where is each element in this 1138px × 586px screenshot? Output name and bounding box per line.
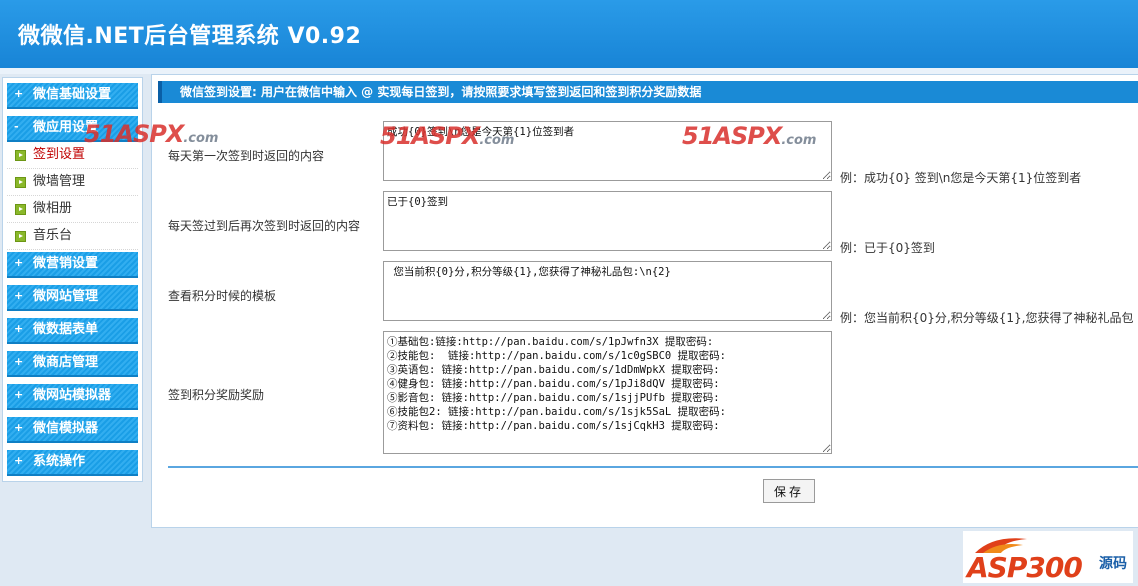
sidebar-group-label: 微应用设置 (33, 120, 99, 135)
sidebar-group-site[interactable]: + 微网站管理 (7, 285, 138, 311)
sidebar-group-marketing[interactable]: + 微营销设置 (7, 252, 138, 278)
logo-suffix: 源码 (1099, 556, 1127, 572)
sidebar-group-label: 微商店管理 (33, 355, 99, 370)
sidebar-item-label: 签到设置 (33, 147, 86, 162)
sidebar-group-system[interactable]: + 系统操作 (7, 450, 138, 476)
arrow-bullet-icon (15, 177, 26, 188)
app-header: 微微信.NET后台管理系统 V0.92 (0, 0, 1138, 68)
sidebar-group-wechat-simulator[interactable]: + 微信模拟器 (7, 417, 138, 443)
form-divider (168, 466, 1138, 468)
sidebar-item-music[interactable]: 音乐台 (7, 223, 138, 250)
sidebar-group-shop[interactable]: + 微商店管理 (7, 351, 138, 377)
sidebar-item-wall[interactable]: 微墙管理 (7, 169, 138, 196)
sidebar-item-checkin-settings[interactable]: 签到设置 (7, 142, 138, 169)
expand-icon: + (14, 388, 24, 401)
collapse-icon: - (14, 120, 19, 133)
expand-icon: + (14, 355, 24, 368)
repeat-checkin-reply-input[interactable]: 已于{0}签到 (383, 191, 832, 251)
sidebar-group-label: 系统操作 (33, 454, 86, 469)
sidebar-group-header[interactable]: + 微数据表单 (7, 318, 138, 344)
points-template-input[interactable]: 您当前积{0}分,积分等级{1},您获得了神秘礼品包:\n{2} (383, 261, 832, 321)
expand-icon: + (14, 87, 24, 100)
sidebar-group-header[interactable]: + 系统操作 (7, 450, 138, 476)
sidebar-group-label: 微网站管理 (33, 289, 99, 304)
field-label-first-checkin: 每天第一次签到时返回的内容 (168, 149, 325, 163)
expand-icon: + (14, 454, 24, 467)
arrow-bullet-icon (15, 204, 26, 215)
first-checkin-reply-input[interactable]: 成功{0}签到\n您是今天第{1}位签到者 (383, 121, 832, 181)
sidebar-group-site-simulator[interactable]: + 微网站模拟器 (7, 384, 138, 410)
breadcrumb: 微信签到设置: 用户在微信中输入 @ 实现每日签到，请按照要求填写签到返回和签到… (158, 81, 1138, 103)
sidebar-group-header[interactable]: + 微商店管理 (7, 351, 138, 377)
example-points-template: 例：您当前积{0}分,积分等级{1},您获得了神秘礼品包 (840, 311, 1134, 325)
expand-icon: + (14, 289, 24, 302)
arrow-bullet-icon (15, 231, 26, 242)
sidebar-item-label: 微相册 (33, 201, 73, 216)
expand-icon: + (14, 322, 24, 335)
sidebar-group-header[interactable]: + 微网站模拟器 (7, 384, 138, 410)
asp300-logo: ASP300 源码 (963, 531, 1133, 584)
sidebar-group-header[interactable]: - 微应用设置 (7, 116, 138, 142)
sidebar-item-label: 音乐台 (33, 228, 73, 243)
field-label-points-template: 查看积分时候的模板 (168, 289, 277, 303)
sidebar-group-header[interactable]: + 微信模拟器 (7, 417, 138, 443)
app-title: 微微信.NET后台管理系统 V0.92 (18, 24, 362, 49)
expand-icon: + (14, 256, 24, 269)
arrow-bullet-icon (15, 150, 26, 161)
main-panel: 微信签到设置: 用户在微信中输入 @ 实现每日签到，请按照要求填写签到返回和签到… (151, 74, 1138, 528)
field-label-points-reward: 签到积分奖励奖励 (168, 388, 265, 402)
sidebar-group-label: 微信模拟器 (33, 421, 99, 436)
sidebar-group-header[interactable]: + 微信基础设置 (7, 83, 138, 109)
sidebar-group-basic[interactable]: + 微信基础设置 (7, 83, 138, 109)
sidebar-group-apps[interactable]: - 微应用设置 签到设置 微墙管理 微相册 音乐台 (7, 116, 138, 250)
expand-icon: + (14, 421, 24, 434)
sidebar-group-label: 微数据表单 (33, 322, 99, 337)
sidebar-group-label: 微网站模拟器 (33, 388, 112, 403)
sidebar-group-header[interactable]: + 微营销设置 (7, 252, 138, 278)
sidebar-item-label: 微墙管理 (33, 174, 86, 189)
sidebar: + 微信基础设置 - 微应用设置 签到设置 微墙管理 微相册 音乐台 + 微营销… (2, 77, 143, 482)
sidebar-group-label: 微信基础设置 (33, 87, 112, 102)
breadcrumb-text: 微信签到设置: 用户在微信中输入 @ 实现每日签到，请按照要求填写签到返回和签到… (180, 85, 702, 99)
logo-text: ASP300 (967, 551, 1083, 584)
sidebar-item-album[interactable]: 微相册 (7, 196, 138, 223)
example-repeat-checkin: 例：已于{0}签到 (840, 241, 935, 255)
save-button[interactable]: 保存 (763, 479, 815, 503)
sidebar-group-header[interactable]: + 微网站管理 (7, 285, 138, 311)
sidebar-group-label: 微营销设置 (33, 256, 99, 271)
sidebar-group-forms[interactable]: + 微数据表单 (7, 318, 138, 344)
points-reward-input[interactable]: ①基础包:链接:http://pan.baidu.com/s/1pJwfn3X … (383, 331, 832, 454)
field-label-repeat-checkin: 每天签过到后再次签到时返回的内容 (168, 219, 361, 233)
example-first-checkin: 例：成功{0} 签到\n您是今天第{1}位签到者 (840, 171, 1082, 185)
